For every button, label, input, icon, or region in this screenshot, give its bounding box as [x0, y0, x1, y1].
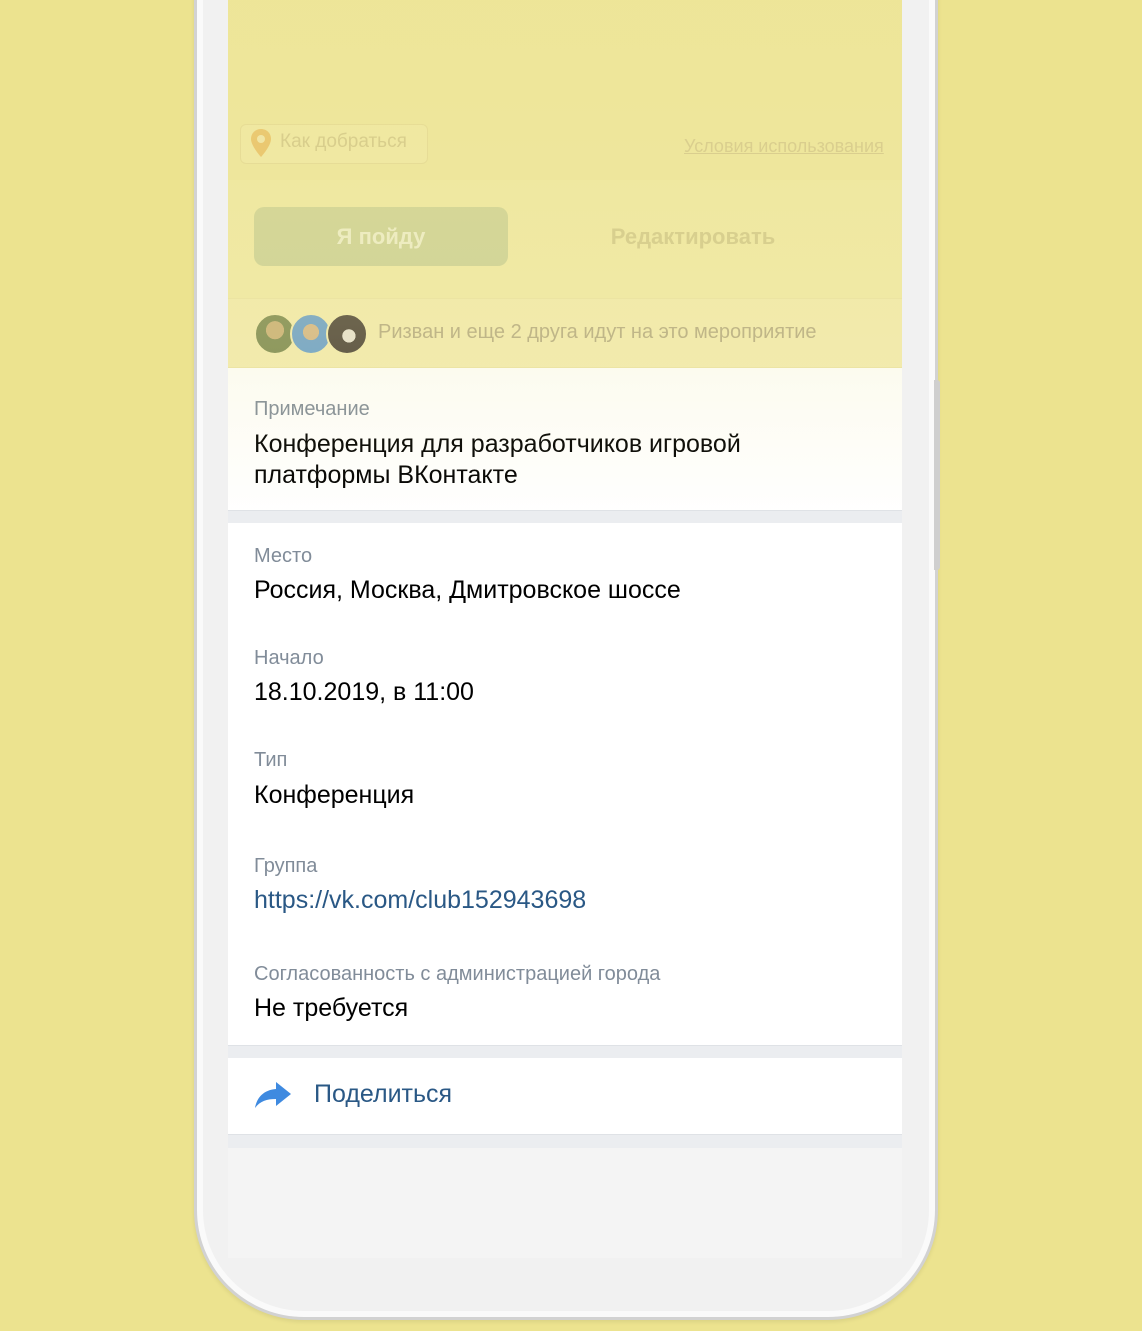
section-separator	[228, 510, 902, 523]
route-label: Как добраться	[280, 131, 407, 152]
friend-avatar	[326, 313, 368, 355]
map-pin-icon	[251, 129, 271, 157]
start-label: Начало	[254, 647, 324, 669]
type-value: Конференция	[254, 781, 415, 809]
details-card: Место Россия, Москва, Дмитровское шоссе …	[228, 523, 902, 1045]
share-button[interactable]: Поделиться	[314, 1080, 452, 1109]
place-value: Россия, Москва, Дмитровское шоссе	[254, 576, 681, 604]
approval-value: Не требуется	[254, 994, 409, 1022]
friends-going-text: Ризван и еще 2 друга идут на это меропри…	[378, 321, 817, 343]
start-value: 18.10.2019, в 11:00	[254, 678, 474, 706]
map-area: Как добраться Условия использования	[228, 0, 902, 180]
approval-label: Согласованность с администрацией города	[254, 963, 661, 985]
group-link[interactable]: https://vk.com/club152943698	[254, 885, 586, 916]
friends-going-row[interactable]: Ризван и еще 2 друга идут на это меропри…	[228, 298, 902, 368]
note-label: Примечание	[254, 398, 370, 420]
note-text-line2: платформы ВКонтакте	[254, 461, 518, 489]
phone-bottom-bezel	[228, 1148, 902, 1258]
bottom-separator	[228, 1134, 902, 1148]
phone-side-button	[934, 380, 940, 570]
actions-bar: Я пойду Редактировать	[228, 180, 902, 298]
note-text-line1: Конференция для разработчиков игровой	[254, 430, 741, 458]
share-arrow-icon[interactable]	[254, 1080, 292, 1110]
event-screen: Как добраться Условия использования Я по…	[228, 0, 902, 1148]
type-label: Тип	[254, 749, 288, 771]
note-card: Примечание Конференция для разработчиков…	[228, 376, 902, 510]
place-label: Место	[254, 545, 313, 567]
section-separator	[228, 1045, 902, 1058]
go-button[interactable]: Я пойду	[254, 207, 508, 266]
terms-link[interactable]: Условия использования	[684, 136, 884, 157]
edit-button[interactable]: Редактировать	[588, 207, 798, 266]
group-label: Группа	[254, 855, 318, 877]
